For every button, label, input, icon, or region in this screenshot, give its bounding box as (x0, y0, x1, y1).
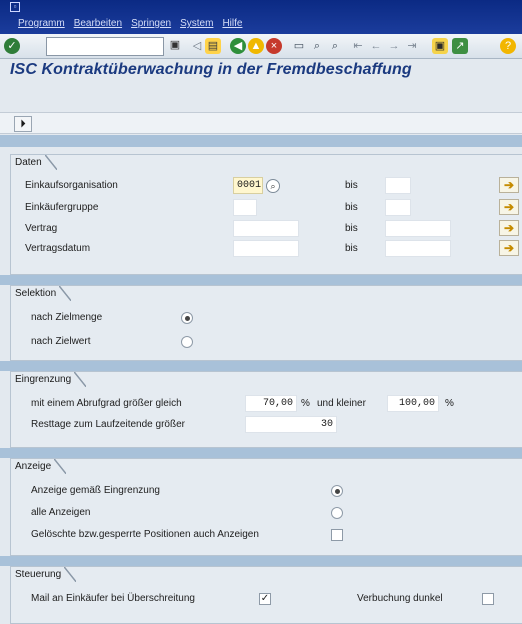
section-title-anzeige: Anzeige (11, 458, 67, 474)
sap-window: ▫ Programm Bearbeiten Springen System Hi… (0, 0, 522, 624)
unit-percent: % (301, 398, 310, 409)
application-toolbar: ⏵ (0, 112, 522, 134)
previous-page-icon[interactable]: ← (368, 38, 384, 54)
menu-programm[interactable]: Programm (18, 18, 65, 32)
label-verbuchung-dunkel: Verbuchung dunkel (357, 593, 443, 604)
find-icon[interactable]: ⌕ (309, 38, 325, 54)
command-history-icon[interactable]: ▣ (168, 38, 182, 52)
section-title-steuerung: Steuerung (11, 566, 77, 582)
field-abrufgrad-min[interactable]: 70,00 (245, 395, 297, 412)
section-title-selektion: Selektion (11, 285, 72, 301)
label-resttage: Resttage zum Laufzeitende größer (31, 419, 185, 430)
menu-bar: Programm Bearbeiten Springen System Hilf… (18, 18, 242, 32)
label-und-kleiner: und kleiner (317, 398, 366, 409)
field-ekorg-to[interactable] (385, 177, 411, 194)
field-resttage[interactable]: 30 (245, 416, 337, 433)
label-geloeschte-positionen: Gelöschte bzw.gesperrte Positionen auch … (31, 529, 259, 540)
label-bis: bis (345, 243, 358, 254)
check-icon[interactable]: ✓ (4, 38, 20, 54)
label-anzeige-gemaess-eingrenzung: Anzeige gemäß Eingrenzung (31, 485, 160, 496)
multiple-selection-arrow-icon[interactable]: ➔ (499, 199, 519, 215)
section-anzeige: Anzeige Anzeige gemäß Eingrenzung alle A… (10, 458, 522, 556)
radio-nach-zielmenge[interactable] (181, 312, 193, 324)
label-vertrag: Vertrag (25, 223, 58, 234)
label-bis: bis (345, 180, 358, 191)
value-help-icon[interactable]: ⌕ (266, 179, 280, 193)
label-einkaufsorganisation: Einkaufsorganisation (25, 180, 118, 191)
label-nach-zielmenge: nach Zielmenge (31, 312, 103, 323)
checkbox-verbuchung-dunkel[interactable] (482, 593, 494, 605)
radio-alle-anzeigen[interactable] (331, 507, 343, 519)
label-bis: bis (345, 223, 358, 234)
help-icon[interactable]: ? (500, 38, 516, 54)
section-title-eingrenzung: Eingrenzung (11, 371, 87, 387)
checkbox-geloeschte-positionen[interactable] (331, 529, 343, 541)
field-vertrag-from[interactable] (233, 220, 299, 237)
section-selektion: Selektion nach Zielmenge nach Zielwert (10, 285, 522, 361)
section-steuerung: Steuerung Mail an Einkäufer bei Überschr… (10, 566, 522, 624)
back-icon[interactable]: ◀ (230, 38, 246, 54)
first-page-icon[interactable]: ⇤ (350, 38, 366, 54)
back-arrow-icon[interactable]: ◁ (189, 38, 205, 54)
page-title: ISC Kontraktüberwachung in der Fremdbesc… (10, 61, 412, 78)
menu-springen[interactable]: Springen (131, 18, 171, 32)
section-spacer (0, 448, 522, 458)
radio-nach-zielwert[interactable] (181, 336, 193, 348)
section-spacer (0, 135, 522, 147)
field-ekgrp-from[interactable] (233, 199, 257, 216)
last-page-icon[interactable]: ⇥ (404, 38, 420, 54)
print-icon[interactable]: ▭ (291, 38, 307, 54)
section-daten: Daten Einkaufsorganisation 0001 ⌕ bis ➔ … (10, 154, 522, 275)
label-vertragsdatum: Vertragsdatum (25, 243, 91, 254)
menu-bearbeiten[interactable]: Bearbeiten (74, 18, 122, 32)
standard-toolbar: ✓ ▣ ◁ ▤ ◀ ▲ × ▭ ⌕ ⌕ ⇤ ← → ⇥ ▣ ↗ ? (0, 34, 522, 59)
label-nach-zielwert: nach Zielwert (31, 336, 91, 347)
field-vertragsdatum-from[interactable] (233, 240, 299, 257)
unit-percent: % (445, 398, 454, 409)
system-menu-icon[interactable]: ▫ (10, 2, 20, 12)
multiple-selection-arrow-icon[interactable]: ➔ (499, 177, 519, 193)
field-vertrag-to[interactable] (385, 220, 451, 237)
field-ekgrp-to[interactable] (385, 199, 411, 216)
new-session-icon[interactable]: ▣ (432, 38, 448, 54)
section-spacer (0, 556, 522, 566)
section-spacer (0, 275, 522, 285)
checkbox-mail-an-einkaeufer[interactable]: ✓ (259, 593, 271, 605)
menu-hilfe[interactable]: Hilfe (222, 18, 242, 32)
find-next-icon[interactable]: ⌕ (327, 38, 343, 54)
label-abrufgrad: mit einem Abrufgrad größer gleich (31, 398, 182, 409)
next-page-icon[interactable]: → (386, 38, 402, 54)
execute-button[interactable]: ⏵ (14, 116, 32, 132)
section-title-daten: Daten (11, 154, 57, 170)
label-bis: bis (345, 202, 358, 213)
field-abrufgrad-max[interactable]: 100,00 (387, 395, 439, 412)
exit-icon[interactable]: ▲ (248, 38, 264, 54)
shortcut-icon[interactable]: ↗ (452, 38, 468, 54)
window-menu-bar: ▫ Programm Bearbeiten Springen System Hi… (0, 0, 522, 34)
section-spacer (0, 361, 522, 371)
label-alle-anzeigen: alle Anzeigen (31, 507, 91, 518)
radio-anzeige-gemaess-eingrenzung[interactable] (331, 485, 343, 497)
label-einkaeufergruppe: Einkäufergruppe (25, 202, 99, 213)
menu-system[interactable]: System (180, 18, 213, 32)
cancel-icon[interactable]: × (266, 38, 282, 54)
label-mail-an-einkaeufer: Mail an Einkäufer bei Überschreitung (31, 593, 195, 604)
multiple-selection-arrow-icon[interactable]: ➔ (499, 220, 519, 236)
command-field[interactable] (46, 37, 164, 56)
multiple-selection-arrow-icon[interactable]: ➔ (499, 240, 519, 256)
field-ekorg-from[interactable]: 0001 (233, 177, 263, 194)
save-icon[interactable]: ▤ (205, 38, 221, 54)
field-vertragsdatum-to[interactable] (385, 240, 451, 257)
section-eingrenzung: Eingrenzung mit einem Abrufgrad größer g… (10, 371, 522, 448)
